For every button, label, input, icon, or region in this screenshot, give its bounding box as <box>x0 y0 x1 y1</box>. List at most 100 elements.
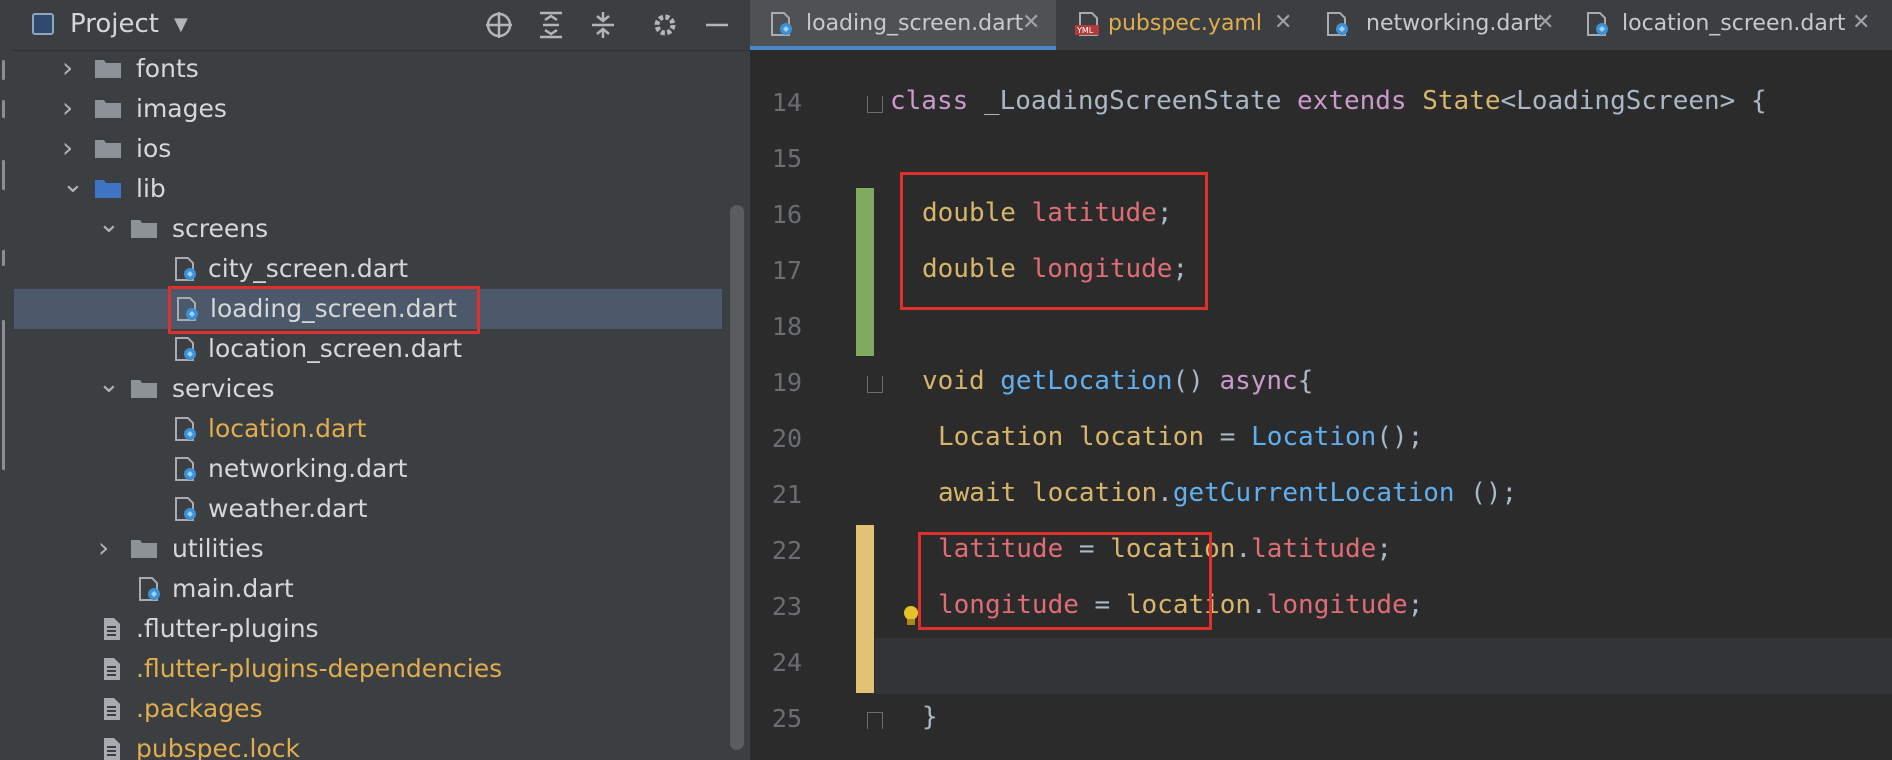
line-number: 19 <box>771 368 802 397</box>
code-token: ; <box>1376 534 1392 564</box>
code-editor[interactable]: loading_screen.dart ✕ YML pubspec.yaml ✕… <box>750 0 1892 760</box>
modified-lines-marker[interactable] <box>856 525 874 693</box>
strip-mark <box>2 100 5 118</box>
tab-location-screen[interactable]: location_screen.dart ✕ <box>1566 0 1892 50</box>
text-file-icon <box>100 617 128 640</box>
project-title[interactable]: Project <box>70 9 159 39</box>
folder-icon <box>130 377 158 399</box>
tree-item[interactable]: › utilities <box>12 529 722 569</box>
chevron-right-icon[interactable]: › <box>62 91 73 124</box>
tree-item[interactable]: location.dart <box>12 409 722 449</box>
tree-item[interactable]: .flutter-plugins <box>12 609 722 649</box>
chevron-down-icon[interactable]: ⌄ <box>62 169 84 199</box>
code-token: . <box>1251 590 1267 620</box>
code-token: <LoadingScreen> { <box>1500 86 1767 116</box>
project-panel: Project ▼ › fonts › images › ios ⌄ lib ⌄ screens c… <box>12 0 750 760</box>
code-token: ; <box>1407 590 1424 620</box>
fold-marker-icon[interactable] <box>867 712 883 729</box>
chevron-down-icon[interactable]: ⌄ <box>98 369 120 399</box>
tree-item-label: weather.dart <box>208 494 368 523</box>
yaml-file-icon: YML <box>1074 12 1100 36</box>
line-number: 17 <box>771 256 802 285</box>
chevron-right-icon[interactable]: › <box>62 51 73 84</box>
highlight-box <box>168 286 480 334</box>
tree-item[interactable]: networking.dart <box>12 449 722 489</box>
code-token: Location <box>938 422 1064 452</box>
tool-window-strip[interactable] <box>0 0 12 760</box>
line-number: 25 <box>771 704 802 733</box>
folder-icon <box>130 217 158 239</box>
fold-marker-icon[interactable] <box>867 376 883 393</box>
close-icon[interactable]: ✕ <box>1022 10 1040 35</box>
fold-marker-icon[interactable] <box>867 96 883 113</box>
tree-item[interactable]: › fonts <box>12 49 722 89</box>
dart-file-icon <box>172 497 200 521</box>
chevron-right-icon[interactable]: › <box>98 531 109 564</box>
dart-file-icon <box>172 417 200 441</box>
dart-file-icon <box>172 337 200 361</box>
code-token: getCurrentLocation <box>1172 478 1455 508</box>
tree-item-label: images <box>136 94 227 123</box>
tree-item[interactable]: location_screen.dart <box>12 329 722 369</box>
close-icon[interactable]: ✕ <box>1536 10 1554 35</box>
tab-pubspec[interactable]: YML pubspec.yaml ✕ <box>1056 0 1306 50</box>
code-token: } <box>922 702 938 732</box>
tree-item[interactable]: .packages <box>12 689 722 729</box>
project-view-icon <box>32 13 54 35</box>
highlight-box <box>918 532 1212 630</box>
tree-item[interactable]: main.dart <box>12 569 722 609</box>
close-icon[interactable]: ✕ <box>1852 10 1870 35</box>
tree-item[interactable]: ⌄ services <box>12 369 722 409</box>
tab-label: loading_screen.dart <box>806 11 1024 36</box>
code-token: void <box>922 366 985 396</box>
code-token: extends <box>1297 86 1407 116</box>
editor-tabs: loading_screen.dart ✕ YML pubspec.yaml ✕… <box>750 0 1892 50</box>
collapse-all-icon[interactable] <box>586 8 620 42</box>
code-token: getLocation <box>1000 366 1173 396</box>
code-token: await <box>938 478 1017 508</box>
code-token: _LoadingScreenState <box>968 86 1298 116</box>
tree-item[interactable]: weather.dart <box>12 489 722 529</box>
chevron-down-icon[interactable]: ▼ <box>174 14 188 35</box>
code-token: State <box>1406 86 1501 116</box>
code-line-19: void getLocation() async{ <box>922 366 1313 396</box>
tree-item[interactable]: › images <box>12 89 722 129</box>
tab-loading-screen[interactable]: loading_screen.dart ✕ <box>750 0 1056 50</box>
tree-item[interactable]: ⌄ screens <box>12 209 722 249</box>
dart-file-icon <box>1324 12 1350 36</box>
code-line-14: class _LoadingScreenState extends State<… <box>890 86 1767 116</box>
tree-item-label: lib <box>136 174 166 203</box>
text-file-icon <box>100 697 128 720</box>
highlight-box <box>900 172 1208 310</box>
tree-item-label: .flutter-plugins-dependencies <box>136 654 503 683</box>
code-token: () <box>1172 366 1220 396</box>
tree-item-label: screens <box>172 214 269 243</box>
chevron-down-icon[interactable]: ⌄ <box>98 209 120 239</box>
tree-item-label: pubspec.lock <box>136 734 301 760</box>
tree-item[interactable]: city_screen.dart <box>12 249 722 289</box>
expand-all-icon[interactable] <box>534 8 568 42</box>
scrollbar[interactable] <box>730 205 744 750</box>
text-file-icon <box>100 657 128 680</box>
strip-mark <box>2 320 5 470</box>
strip-mark <box>2 250 5 266</box>
target-icon[interactable] <box>482 8 516 42</box>
chevron-right-icon[interactable]: › <box>62 131 73 164</box>
line-number: 20 <box>771 424 802 453</box>
tab-networking[interactable]: networking.dart ✕ <box>1306 0 1566 50</box>
tree-item-label: location.dart <box>208 414 367 443</box>
text-file-icon <box>100 737 128 760</box>
tree-item[interactable]: › ios <box>12 129 722 169</box>
gear-icon[interactable] <box>648 8 682 42</box>
folder-icon <box>94 97 122 119</box>
code-token: longitude <box>1266 590 1408 620</box>
tree-item[interactable]: pubspec.lock <box>12 729 722 760</box>
minimize-icon[interactable] <box>700 8 734 42</box>
tree-item[interactable]: ⌄ lib <box>12 169 722 209</box>
folder-icon <box>130 537 158 559</box>
added-lines-marker[interactable] <box>856 188 874 356</box>
close-icon[interactable]: ✕ <box>1274 10 1292 35</box>
tree-item[interactable]: .flutter-plugins-dependencies <box>12 649 722 689</box>
code-token: = <box>1204 422 1252 452</box>
code-token: latitude <box>1251 534 1377 564</box>
